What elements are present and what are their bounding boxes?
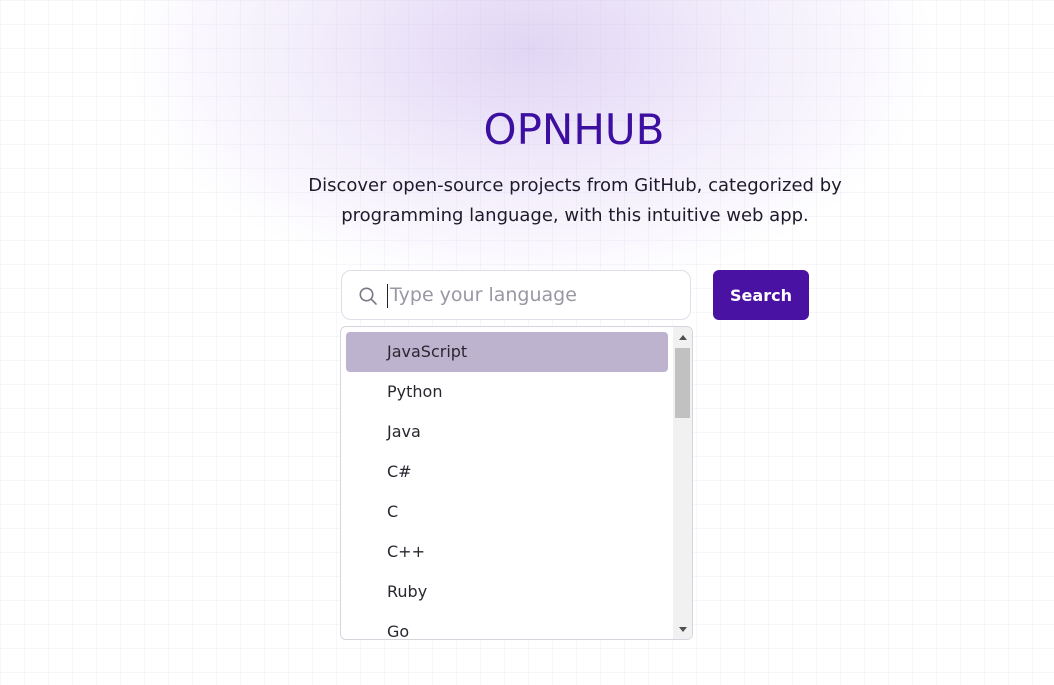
scroll-down-arrow-icon[interactable] bbox=[673, 621, 692, 637]
scroll-up-arrow-icon[interactable] bbox=[673, 329, 692, 345]
language-option-ruby[interactable]: Ruby bbox=[346, 572, 668, 612]
search-button[interactable]: Search bbox=[713, 270, 809, 320]
page-subtitle: Discover open-source projects from GitHu… bbox=[308, 175, 842, 226]
search-input[interactable] bbox=[388, 280, 680, 310]
search-icon bbox=[358, 286, 378, 306]
language-option-java[interactable]: Java bbox=[346, 412, 668, 452]
scrollbar-thumb[interactable] bbox=[675, 348, 690, 418]
dropdown-scrollbar[interactable] bbox=[673, 327, 692, 639]
language-dropdown[interactable]: JavaScript Python Java C# C C++ Ruby Go bbox=[340, 326, 693, 640]
language-option-python[interactable]: Python bbox=[346, 372, 668, 412]
search-field[interactable] bbox=[341, 270, 691, 320]
page-title: OPNHUB bbox=[483, 105, 665, 154]
language-option-c[interactable]: C bbox=[346, 492, 668, 532]
language-option-javascript[interactable]: JavaScript bbox=[346, 332, 668, 372]
language-option-csharp[interactable]: C# bbox=[346, 452, 668, 492]
language-option-go[interactable]: Go bbox=[346, 612, 668, 639]
language-option-cpp[interactable]: C++ bbox=[346, 532, 668, 572]
language-list: JavaScript Python Java C# C C++ Ruby Go bbox=[346, 332, 668, 639]
